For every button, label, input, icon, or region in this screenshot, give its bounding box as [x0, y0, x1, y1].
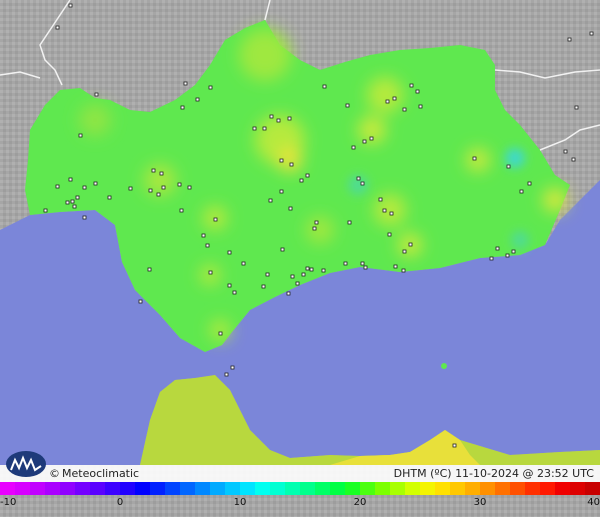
scale-cell — [105, 482, 120, 495]
scale-cell — [75, 482, 90, 495]
scale-cell — [240, 482, 255, 495]
scale-cell — [90, 482, 105, 495]
scale-cell — [435, 482, 450, 495]
map-viewer: © Meteoclimatic DHTM (ºC) 11-10-2024 @ 23… — [0, 0, 600, 517]
scale-cell — [255, 482, 270, 495]
scale-cell — [60, 482, 75, 495]
scale-cell — [555, 482, 570, 495]
scale-cell — [285, 482, 300, 495]
scale-cell — [345, 482, 360, 495]
scale-tick-label: 0 — [116, 497, 124, 508]
scale-cell — [510, 482, 525, 495]
scale-cell — [375, 482, 390, 495]
scale-cell — [270, 482, 285, 495]
scale-cell — [195, 482, 210, 495]
scale-cell — [225, 482, 240, 495]
temperature-scale-labels: -10 0 10 20 30 40 — [0, 497, 600, 513]
scale-cell — [480, 482, 495, 495]
scale-tick-label: 40 — [587, 497, 600, 508]
scale-cell — [0, 482, 15, 495]
scale-cell — [450, 482, 465, 495]
product-info: DHTM (ºC) 11-10-2024 @ 23:52 UTC — [393, 467, 594, 480]
temperature-color-scale — [0, 482, 600, 495]
temperature-map — [0, 0, 600, 517]
scale-tick-label: 20 — [353, 497, 367, 508]
brand-name: Meteoclimatic — [62, 467, 140, 480]
scale-cell — [120, 482, 135, 495]
scale-cell — [360, 482, 375, 495]
scale-cell — [495, 482, 510, 495]
scale-tick-label: 30 — [473, 497, 487, 508]
scale-cell — [30, 482, 45, 495]
copyright-symbol: © — [49, 467, 60, 480]
scale-cell — [45, 482, 60, 495]
scale-cell — [405, 482, 420, 495]
scale-cell — [165, 482, 180, 495]
meteoclimatic-logo-icon — [6, 451, 46, 477]
scale-cell — [210, 482, 225, 495]
scale-cell — [300, 482, 315, 495]
scale-cell — [390, 482, 405, 495]
scale-cell — [330, 482, 345, 495]
alboran-island — [441, 363, 447, 369]
scale-cell — [180, 482, 195, 495]
scale-cell — [420, 482, 435, 495]
scale-cell — [585, 482, 600, 495]
scale-cell — [315, 482, 330, 495]
scale-cell — [540, 482, 555, 495]
scale-cell — [525, 482, 540, 495]
scale-cell — [135, 482, 150, 495]
brand-label: © Meteoclimatic — [49, 467, 139, 480]
scale-cell — [15, 482, 30, 495]
scale-cell — [570, 482, 585, 495]
scale-tick-label: 10 — [233, 497, 247, 508]
scale-cell — [150, 482, 165, 495]
scale-tick-label: -10 — [0, 497, 17, 508]
scale-cell — [465, 482, 480, 495]
